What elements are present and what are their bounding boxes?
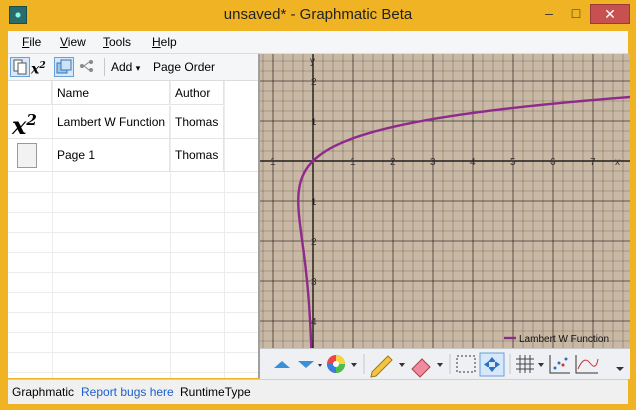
empty-row bbox=[8, 292, 258, 313]
empty-row bbox=[8, 232, 258, 253]
y-tick-label: 3 bbox=[311, 277, 317, 288]
report-bugs-link[interactable]: Report bugs here bbox=[81, 385, 174, 399]
menu-tools[interactable]: Tools bbox=[103, 35, 131, 49]
pages-table: Name Author x2 Lambert W Function Thomas… bbox=[8, 81, 258, 378]
empty-row bbox=[8, 192, 258, 213]
main-window: unsaved* - Graphmatic Beta – □ ✕ File Vi… bbox=[0, 0, 636, 410]
add-button-label: Add bbox=[111, 60, 133, 74]
pages-view-icon[interactable] bbox=[10, 57, 30, 77]
pages-toolbar: x2 Add ▾ Page Order bbox=[8, 54, 258, 81]
x-axis-label: x bbox=[615, 157, 620, 168]
select-region-icon[interactable] bbox=[456, 355, 476, 373]
equation-view-icon[interactable]: x2 bbox=[31, 57, 51, 78]
equation-sup: 2 bbox=[26, 111, 37, 129]
empty-row bbox=[8, 352, 258, 373]
menu-help-label: elp bbox=[160, 35, 177, 49]
equation-glyph: x bbox=[12, 111, 27, 140]
table-row[interactable]: Page 1 Thomas bbox=[8, 139, 258, 172]
menu-help-mnemonic: H bbox=[152, 35, 161, 49]
move-up-icon[interactable] bbox=[274, 361, 290, 368]
y-tick-label: 2 bbox=[311, 237, 317, 248]
toolbar-overflow-icon[interactable] bbox=[616, 367, 624, 371]
menu-view-mnemonic: V bbox=[60, 35, 68, 49]
menu-file-label: ile bbox=[29, 35, 42, 49]
row-name: Lambert W Function bbox=[52, 106, 170, 138]
status-app-name: Graphmatic bbox=[12, 385, 75, 399]
graph-canvas[interactable]: 1 1 2 3 4 5 6 7 2 1 1 2 3 4 x y Lambert W Function bbox=[260, 54, 630, 348]
y-tick-label: 4 bbox=[311, 317, 317, 328]
author-column-header[interactable]: Author bbox=[170, 81, 224, 105]
graph-toolbar bbox=[260, 348, 630, 379]
x-tick-label: 1 bbox=[350, 157, 356, 168]
empty-row bbox=[8, 172, 258, 193]
page-icon bbox=[17, 143, 37, 168]
grid-toggle-icon[interactable] bbox=[516, 355, 544, 373]
page-order-button[interactable]: Page Order bbox=[153, 60, 215, 74]
minimize-button[interactable]: – bbox=[536, 4, 562, 24]
empty-row bbox=[8, 312, 258, 333]
x-tick-label: 3 bbox=[430, 157, 436, 168]
menu-view[interactable]: View bbox=[60, 35, 86, 49]
empty-row bbox=[8, 212, 258, 233]
equation-icon-sup: 2 bbox=[39, 61, 46, 71]
x-tick-label: 2 bbox=[390, 157, 396, 168]
name-column-header[interactable]: Name bbox=[52, 81, 170, 105]
toolbar-separator bbox=[104, 58, 105, 76]
row-author: Thomas bbox=[170, 139, 224, 171]
function-plot-icon[interactable] bbox=[575, 355, 599, 374]
menu-bar: File View Tools Help bbox=[8, 31, 628, 54]
table-row[interactable]: x2 Lambert W Function Thomas bbox=[8, 106, 258, 140]
scatter-plot-icon[interactable] bbox=[549, 355, 570, 374]
legend-label: Lambert W Function bbox=[519, 334, 609, 345]
maximize-button[interactable]: □ bbox=[563, 4, 589, 24]
equation-icon: x2 bbox=[12, 111, 37, 140]
move-down-icon[interactable] bbox=[298, 361, 322, 368]
close-button[interactable]: ✕ bbox=[590, 4, 630, 24]
icon-column-header[interactable] bbox=[8, 81, 52, 105]
menu-tools-label: ools bbox=[109, 35, 132, 49]
pencil-icon[interactable] bbox=[370, 355, 405, 378]
pan-icon[interactable] bbox=[479, 352, 505, 377]
title-bar[interactable]: unsaved* - Graphmatic Beta – □ ✕ bbox=[0, 0, 636, 30]
menu-file[interactable]: File bbox=[22, 35, 41, 49]
pages-pane: x2 Add ▾ Page Order Name Author x2 Lambe… bbox=[8, 54, 260, 378]
x-tick-label: 5 bbox=[510, 157, 516, 168]
y-tick-label: 2 bbox=[311, 77, 317, 88]
resources-view-icon[interactable] bbox=[54, 57, 74, 77]
row-name: Page 1 bbox=[52, 139, 170, 171]
add-button[interactable]: Add ▾ bbox=[111, 60, 140, 74]
empty-row bbox=[8, 252, 258, 273]
tree-view-icon[interactable] bbox=[78, 57, 98, 77]
y-tick-label: 1 bbox=[311, 197, 317, 208]
y-axis-label: y bbox=[310, 56, 315, 67]
status-runtime-type: RuntimeType bbox=[180, 385, 251, 399]
x-tick-label: 1 bbox=[270, 157, 276, 168]
add-dropdown-arrow-icon: ▾ bbox=[135, 63, 141, 73]
x-tick-label: 7 bbox=[590, 157, 596, 168]
empty-row bbox=[8, 332, 258, 353]
status-bar: Graphmatic Report bugs here RuntimeType bbox=[8, 379, 628, 404]
x-tick-label: 4 bbox=[470, 157, 476, 168]
empty-row bbox=[8, 272, 258, 293]
eraser-icon[interactable] bbox=[411, 358, 443, 378]
color-picker-icon[interactable] bbox=[327, 355, 357, 373]
row-author: Thomas bbox=[170, 106, 224, 138]
menu-help[interactable]: Help bbox=[152, 35, 177, 49]
menu-view-label: iew bbox=[67, 35, 86, 49]
x-tick-label: 6 bbox=[550, 157, 556, 168]
y-tick-label: 1 bbox=[311, 117, 317, 128]
graph-svg[interactable]: 1 1 2 3 4 5 6 7 2 1 1 2 3 4 x y Lambert W Function bbox=[260, 54, 630, 348]
